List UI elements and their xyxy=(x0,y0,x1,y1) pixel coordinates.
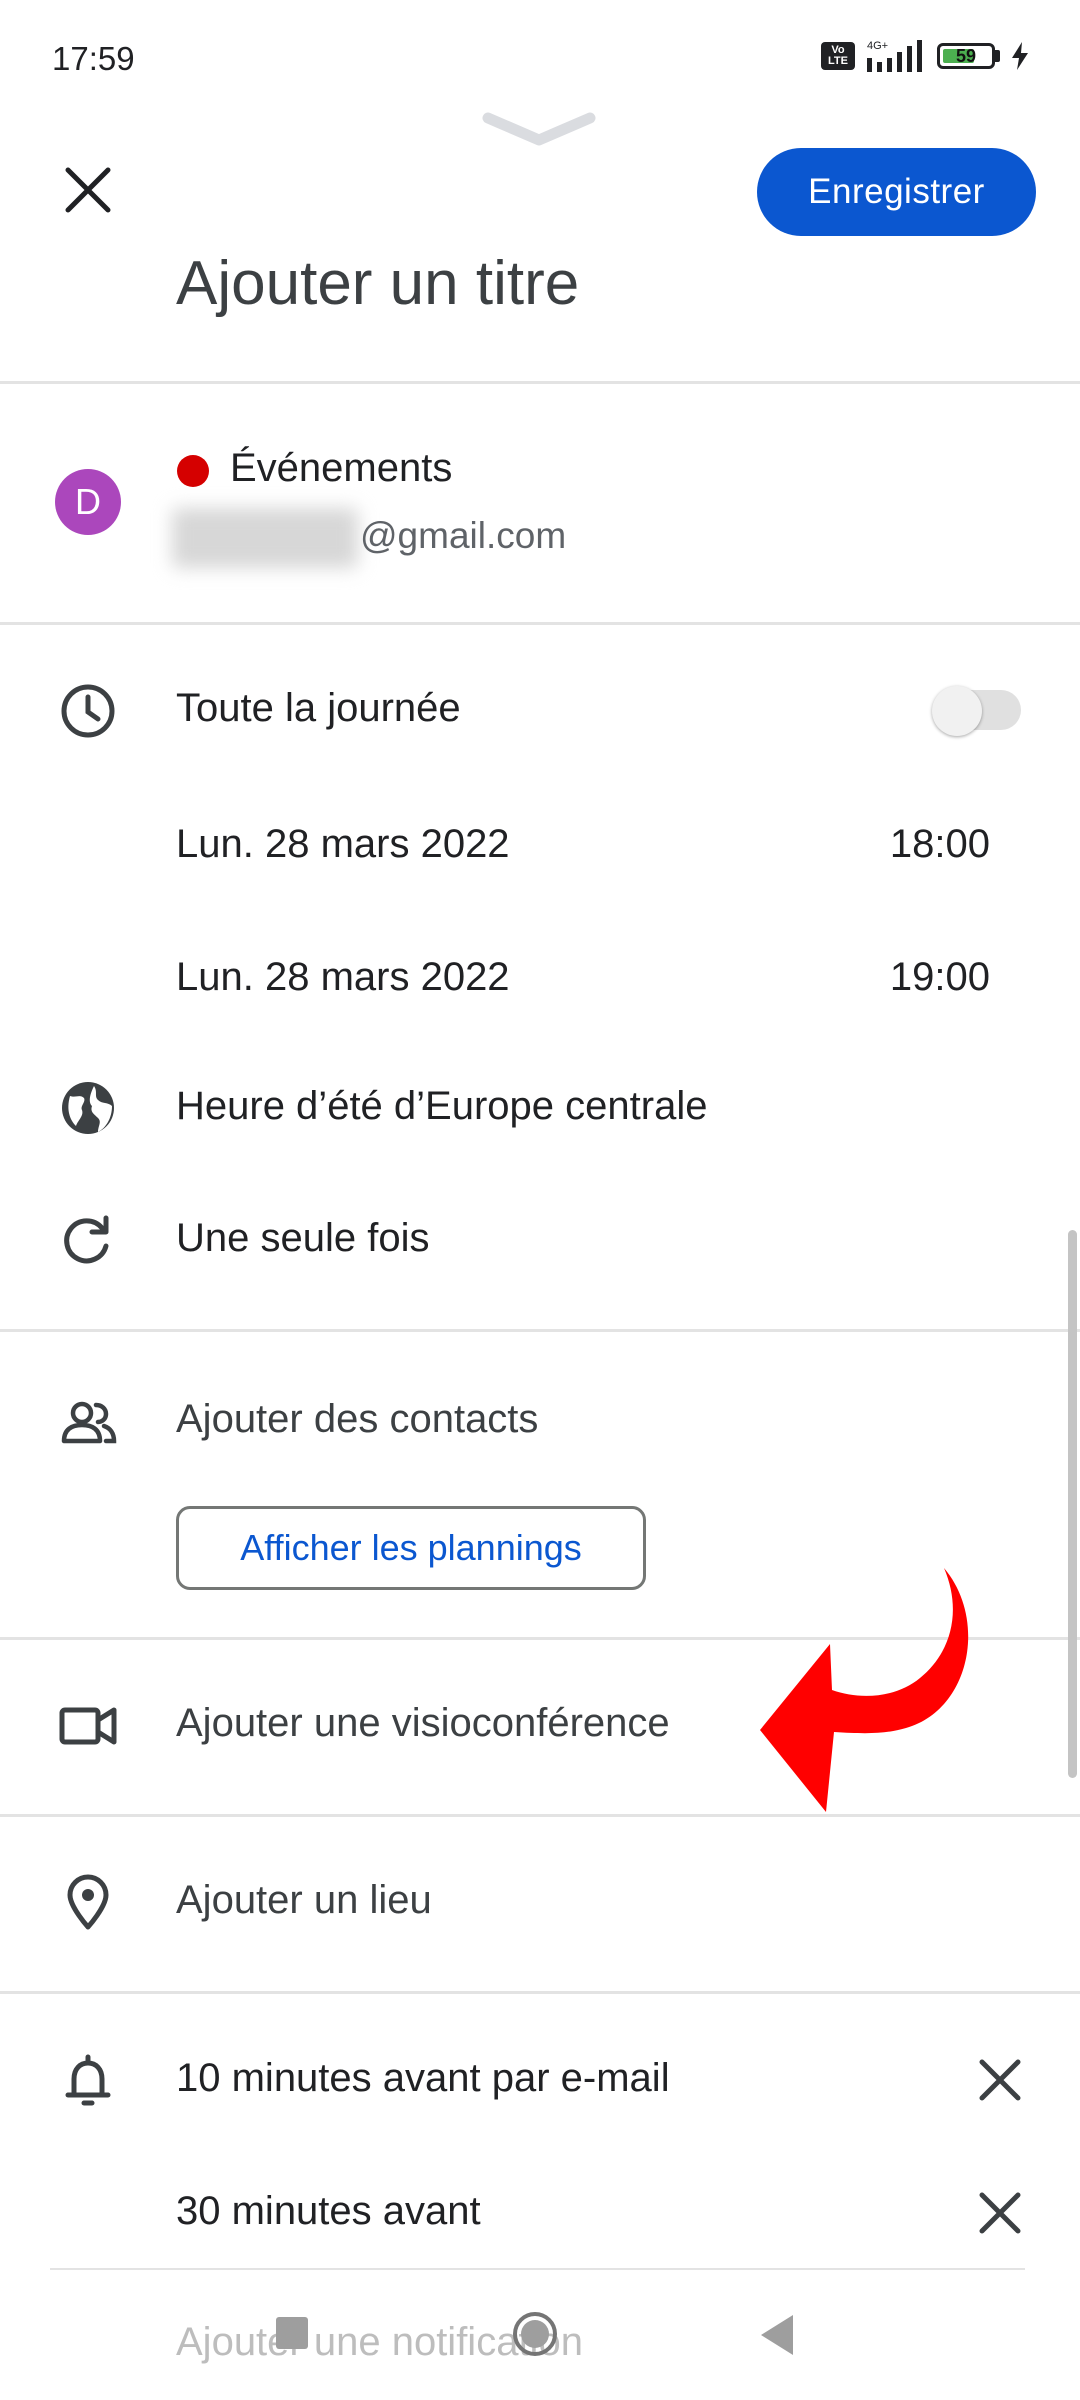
divider xyxy=(0,381,1080,384)
all-day-toggle-knob[interactable] xyxy=(932,686,982,736)
all-day-label: Toute la journée xyxy=(176,686,461,730)
status-icons: Vo LTE 4G+ 59 xyxy=(821,38,1030,74)
divider xyxy=(0,1814,1080,1817)
divider xyxy=(0,1991,1080,1994)
avatar[interactable]: D xyxy=(55,469,121,535)
add-guests[interactable]: Ajouter des contacts xyxy=(176,1397,538,1442)
close-icon[interactable] xyxy=(58,160,118,220)
view-schedules-button[interactable]: Afficher les plannings xyxy=(176,1506,646,1590)
end-date[interactable]: Lun. 28 mars 2022 xyxy=(176,955,510,1000)
scrollbar[interactable] xyxy=(1068,1230,1077,1778)
globe-icon xyxy=(62,1082,114,1134)
volte-icon: Vo LTE xyxy=(821,42,855,70)
email-redacted xyxy=(172,508,358,568)
repeat-icon xyxy=(64,1215,109,1264)
title-input[interactable]: Ajouter un titre xyxy=(176,248,579,319)
drag-handle-chevron-icon[interactable] xyxy=(480,110,598,150)
clock-icon xyxy=(61,684,115,738)
notification-item[interactable]: 10 minutes avant par e-mail xyxy=(176,2056,670,2101)
start-date[interactable]: Lun. 28 mars 2022 xyxy=(176,822,510,867)
save-button[interactable]: Enregistrer xyxy=(757,148,1036,236)
start-time[interactable]: 18:00 xyxy=(890,822,990,867)
divider xyxy=(0,622,1080,625)
location-pin-icon xyxy=(67,1874,109,1930)
end-time[interactable]: 19:00 xyxy=(890,955,990,1000)
recents-button[interactable] xyxy=(276,2317,308,2349)
remove-notification-icon[interactable] xyxy=(972,2052,1028,2108)
divider xyxy=(0,1329,1080,1332)
home-button[interactable] xyxy=(511,2310,559,2358)
signal-icon: 4G+ xyxy=(867,40,922,72)
calendar-email: @gmail.com xyxy=(360,515,567,556)
add-video-conference[interactable]: Ajouter une visioconférence xyxy=(176,1701,670,1746)
divider xyxy=(50,2268,1025,2270)
back-button[interactable] xyxy=(757,2313,797,2357)
annotation-arrow-icon xyxy=(760,1568,969,1812)
battery-icon: 59 xyxy=(937,43,1000,69)
charging-icon xyxy=(1012,42,1028,70)
network-type: 4G+ xyxy=(867,40,888,52)
notification-item[interactable]: 30 minutes avant xyxy=(176,2189,481,2234)
bell-icon xyxy=(65,2054,111,2106)
people-icon xyxy=(61,1401,117,1444)
remove-notification-icon[interactable] xyxy=(972,2185,1028,2241)
status-time: 17:59 xyxy=(52,40,135,77)
calendar-name[interactable]: Événements xyxy=(230,446,452,491)
add-location[interactable]: Ajouter un lieu xyxy=(176,1878,432,1923)
video-camera-icon xyxy=(59,1707,117,1745)
timezone[interactable]: Heure d’été d’Europe centrale xyxy=(176,1084,707,1129)
battery-level: 59 xyxy=(955,46,977,66)
calendar-color-dot xyxy=(177,455,209,487)
repeat-option[interactable]: Une seule fois xyxy=(176,1216,429,1261)
